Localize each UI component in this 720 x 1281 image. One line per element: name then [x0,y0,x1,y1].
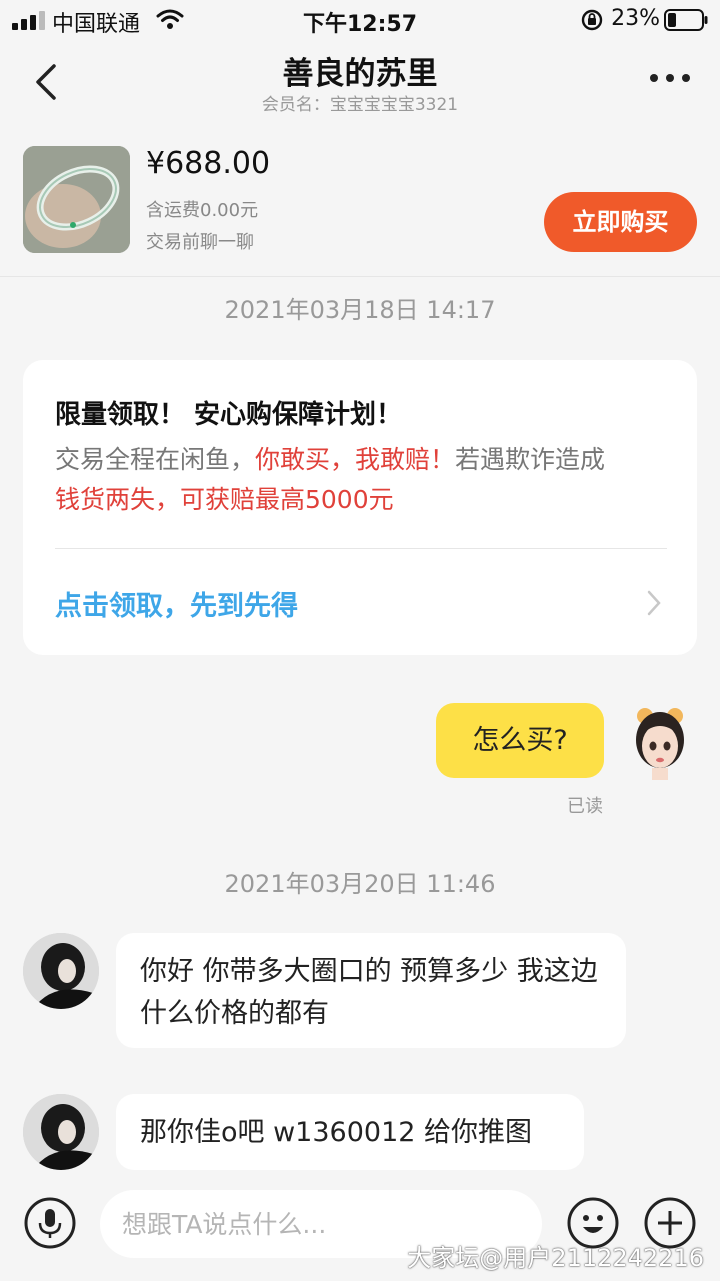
outgoing-message[interactable]: 怎么买? [436,703,604,778]
claim-link[interactable]: 点击领取，先到先得 [55,584,298,623]
rotation-lock-icon [581,9,603,31]
chat-first-note: 交易前聊一聊 [146,232,254,253]
battery-icon [664,9,708,31]
product-price: ¥688.00 [146,146,271,181]
promo-body: 交易全程在闲鱼，你敢买，我敢赔！若遇欺诈造成钱货两失，可获赔最高5000元 [55,440,675,520]
incoming-message[interactable]: 你好 你带多大圈口的 预算多少 我这边什么价格的都有 [116,933,626,1048]
message-timestamp: 2021年03月20日 11:46 [224,870,496,898]
shipping-fee: 含运费0.00元 [146,200,259,221]
message-timestamp: 2021年03月18日 14:17 [224,296,496,324]
watermark: 大家坛@用户2112242216 [407,1244,704,1272]
protection-promo-card[interactable]: 限量领取！ 安心购保障计划！ 交易全程在闲鱼，你敢买，我敢赔！若遇欺诈造成钱货两… [23,360,697,655]
bangle-image [23,146,130,253]
incoming-message[interactable]: 那你佳o吧 w1360012 给你推图 [116,1094,584,1170]
contact-avatar-image [23,1094,99,1170]
battery-percent: 23% [611,6,660,31]
product-thumbnail[interactable] [23,146,130,253]
promo-text: 若遇欺诈造成 [455,445,606,474]
promo-title: 限量领取！ 安心购保障计划！ [55,400,403,430]
microphone-icon[interactable] [23,1196,77,1250]
promo-highlight: 钱货两失，可获赔最高5000元 [55,485,394,514]
divider [55,548,667,549]
product-summary: ¥688.00 含运费0.00元 交易前聊一聊 立即购买 [0,130,720,277]
contact-name: 善良的苏里 [282,56,438,92]
contact-avatar[interactable] [23,1094,99,1170]
contact-avatar[interactable] [23,933,99,1009]
chat-header: 善良的苏里 会员名：宝宝宝宝宝3321 [0,40,720,124]
more-options-icon[interactable] [648,70,692,86]
read-receipt: 已读 [567,796,603,817]
member-name: 会员名：宝宝宝宝宝3321 [261,95,459,115]
status-bar: 中国联通 下午12:57 23% [0,0,720,40]
chevron-right-icon [647,590,661,616]
contact-avatar-image [23,933,99,1009]
my-avatar[interactable] [631,704,689,780]
buy-now-button[interactable]: 立即购买 [544,192,697,252]
promo-highlight: 你敢买，我敢赔！ [255,445,456,474]
promo-text: 交易全程在闲鱼， [55,445,256,474]
